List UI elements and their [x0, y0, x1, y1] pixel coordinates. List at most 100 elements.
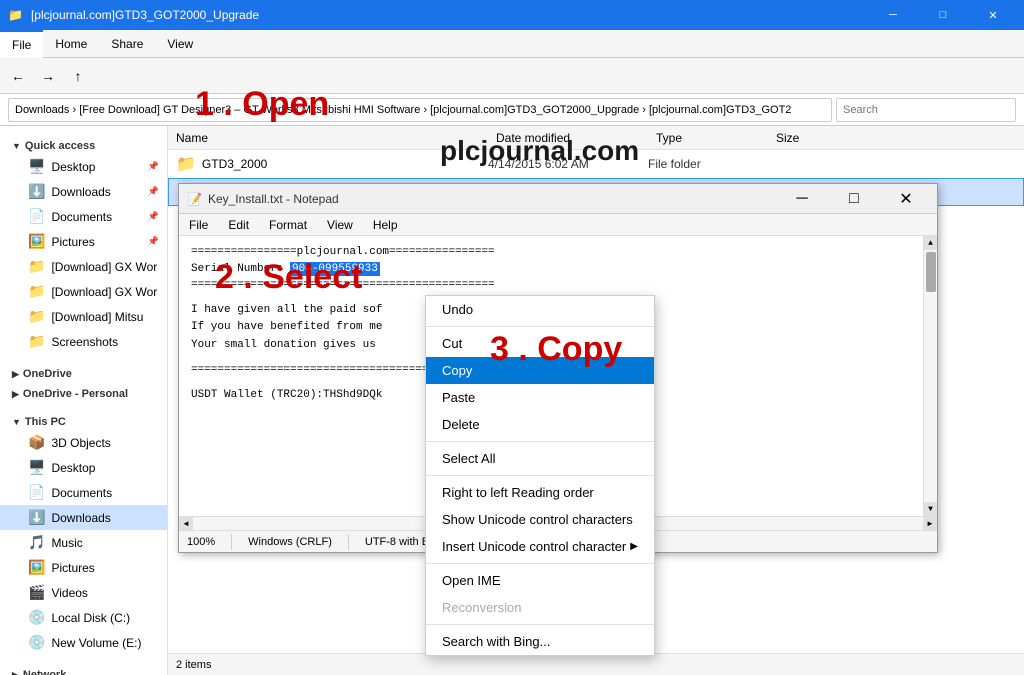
notepad-menu-edit[interactable]: Edit [218, 214, 259, 236]
network-label: Network [23, 669, 66, 675]
onedrive-personal-header[interactable]: ▶ OneDrive - Personal [0, 382, 167, 402]
this-pc-header[interactable]: ▼ This PC [0, 410, 167, 430]
ribbon-tab-home[interactable]: Home [43, 30, 99, 58]
sidebar-item-label: Downloads [51, 185, 110, 199]
notepad-menu-help[interactable]: Help [363, 214, 408, 236]
sidebar-item-pictures-quick[interactable]: 🖼️ Pictures 📌 [0, 229, 167, 254]
sidebar-item-new-volume[interactable]: 💿 New Volume (E:) [0, 630, 167, 655]
sidebar-item-label: Documents [51, 486, 112, 500]
ctx-cut[interactable]: Cut [426, 330, 654, 357]
ctx-select-all[interactable]: Select All [426, 445, 654, 472]
notepad-menu-view[interactable]: View [317, 214, 363, 236]
ctx-rtl[interactable]: Right to left Reading order [426, 479, 654, 506]
hscroll-right[interactable]: ► [923, 517, 937, 531]
notepad-minimize[interactable]: ─ [779, 185, 825, 213]
sidebar-item-label: Pictures [51, 235, 94, 249]
sidebar-item-mitsu[interactable]: 📁 [Download] Mitsu [0, 304, 167, 329]
scroll-down-button[interactable]: ▼ [924, 502, 938, 516]
ctx-show-unicode[interactable]: Show Unicode control characters [426, 506, 654, 533]
sidebar-item-music[interactable]: 🎵 Music [0, 530, 167, 555]
sidebar-item-desktop[interactable]: 🖥️ Desktop 📌 [0, 154, 167, 179]
ctx-rtl-label: Right to left Reading order [442, 485, 594, 500]
col-header-date[interactable]: Date modified [496, 131, 656, 145]
title-bar-title: [plcjournal.com]GTD3_GOT2000_Upgrade [31, 8, 259, 22]
col-header-type[interactable]: Type [656, 131, 776, 145]
back-button[interactable]: ← [4, 62, 32, 90]
sidebar-item-downloads-quick[interactable]: ⬇️ Downloads 📌 [0, 179, 167, 204]
sidebar-item-label: Local Disk (C:) [51, 611, 130, 625]
close-button[interactable]: ✕ [970, 0, 1016, 30]
onedrive-header[interactable]: ▶ OneDrive [0, 362, 167, 382]
downloads-icon: ⬇️ [28, 509, 45, 526]
ribbon-tab-file[interactable]: File [0, 30, 43, 58]
ctx-reconversion: Reconversion [426, 594, 654, 621]
notepad-menu-file[interactable]: File [179, 214, 218, 236]
music-icon: 🎵 [28, 534, 45, 551]
context-menu: Undo Cut Copy Paste Delete Select All Ri… [425, 295, 655, 656]
forward-button[interactable]: → [34, 62, 62, 90]
quick-access-section: ▼ Quick access 🖥️ Desktop 📌 ⬇️ Downloads… [0, 130, 167, 358]
table-row[interactable]: 📁 GTD3_2000 4/14/2015 6:02 AM File folde… [168, 150, 1024, 178]
ctx-copy[interactable]: Copy [426, 357, 654, 384]
up-button[interactable]: ↑ [64, 62, 92, 90]
sidebar-item-documents-quick[interactable]: 📄 Documents 📌 [0, 204, 167, 229]
notepad-line1: ================plcjournal.com==========… [191, 244, 925, 261]
ctx-delete[interactable]: Delete [426, 411, 654, 438]
sidebar-item-desktop-pc[interactable]: 🖥️ Desktop [0, 455, 167, 480]
scroll-thumb[interactable] [926, 252, 936, 292]
file-name-text: GTD3_2000 [202, 157, 267, 171]
scroll-up-button[interactable]: ▲ [924, 236, 938, 250]
ctx-sep5 [426, 624, 654, 625]
sidebar-item-downloads-pc[interactable]: ⬇️ Downloads [0, 505, 167, 530]
ctx-search-bing[interactable]: Search with Bing... [426, 628, 654, 655]
onedrive-personal-label: OneDrive - Personal [23, 388, 128, 400]
sidebar-item-label: Videos [51, 586, 87, 600]
notepad-close[interactable]: ✕ [883, 185, 929, 213]
serial-label: Serial Number: [191, 263, 290, 275]
sidebar-item-label: [Download] GX Wor [51, 285, 157, 299]
ctx-open-ime[interactable]: Open IME [426, 567, 654, 594]
pictures-icon: 🖼️ [28, 233, 45, 250]
col-header-name[interactable]: Name [176, 131, 496, 145]
notepad-title: Key_Install.txt - Notepad [208, 192, 773, 206]
ribbon-tab-share[interactable]: Share [99, 30, 155, 58]
sidebar-item-local-disk[interactable]: 💿 Local Disk (C:) [0, 605, 167, 630]
hscroll-left[interactable]: ◄ [179, 517, 193, 531]
sidebar-item-label: [Download] GX Wor [51, 260, 157, 274]
ctx-search-bing-label: Search with Bing... [442, 634, 550, 649]
item-count: 2 items [176, 659, 211, 671]
notepad-line2: ========================================… [191, 277, 925, 294]
ctx-undo[interactable]: Undo [426, 296, 654, 323]
quick-access-header[interactable]: ▼ Quick access [0, 134, 167, 154]
ctx-paste[interactable]: Paste [426, 384, 654, 411]
sidebar-item-label: Music [51, 536, 82, 550]
col-header-size[interactable]: Size [776, 131, 856, 145]
sidebar-item-pictures-pc[interactable]: 🖼️ Pictures [0, 555, 167, 580]
address-path[interactable]: Downloads › [Free Download] GT Designer3… [8, 98, 832, 122]
search-input[interactable] [836, 98, 1016, 122]
ctx-insert-unicode[interactable]: Insert Unicode control character ▶ [426, 533, 654, 560]
minimize-button[interactable]: ─ [870, 0, 916, 30]
sidebar-item-gx2[interactable]: 📁 [Download] GX Wor [0, 279, 167, 304]
ribbon: File Home Share View [0, 30, 1024, 58]
quick-access-label: Quick access [25, 140, 95, 152]
notepad-maximize[interactable]: □ [831, 185, 877, 213]
folder-icon: 📁 [176, 154, 196, 174]
sidebar-item-screenshots[interactable]: 📁 Screenshots [0, 329, 167, 354]
ctx-insert-unicode-label: Insert Unicode control character [442, 539, 626, 554]
notepad-scrollbar[interactable]: ▲ ▼ [923, 236, 937, 516]
sidebar-item-3d-objects[interactable]: 📦 3D Objects [0, 430, 167, 455]
ctx-sep2 [426, 441, 654, 442]
sidebar-item-gx1[interactable]: 📁 [Download] GX Wor [0, 254, 167, 279]
sidebar-item-videos[interactable]: 🎬 Videos [0, 580, 167, 605]
serial-value: 904-099559933 [290, 262, 380, 276]
network-header[interactable]: ▶ Network [0, 663, 167, 675]
ribbon-tab-view[interactable]: View [155, 30, 205, 58]
sidebar-item-documents-pc[interactable]: 📄 Documents [0, 480, 167, 505]
title-bar: 📁 [plcjournal.com]GTD3_GOT2000_Upgrade ─… [0, 0, 1024, 30]
ctx-sep4 [426, 563, 654, 564]
maximize-button[interactable]: □ [920, 0, 966, 30]
sidebar-item-label: [Download] Mitsu [51, 310, 143, 324]
notepad-menu-format[interactable]: Format [259, 214, 317, 236]
disk-icon: 💿 [28, 609, 45, 626]
